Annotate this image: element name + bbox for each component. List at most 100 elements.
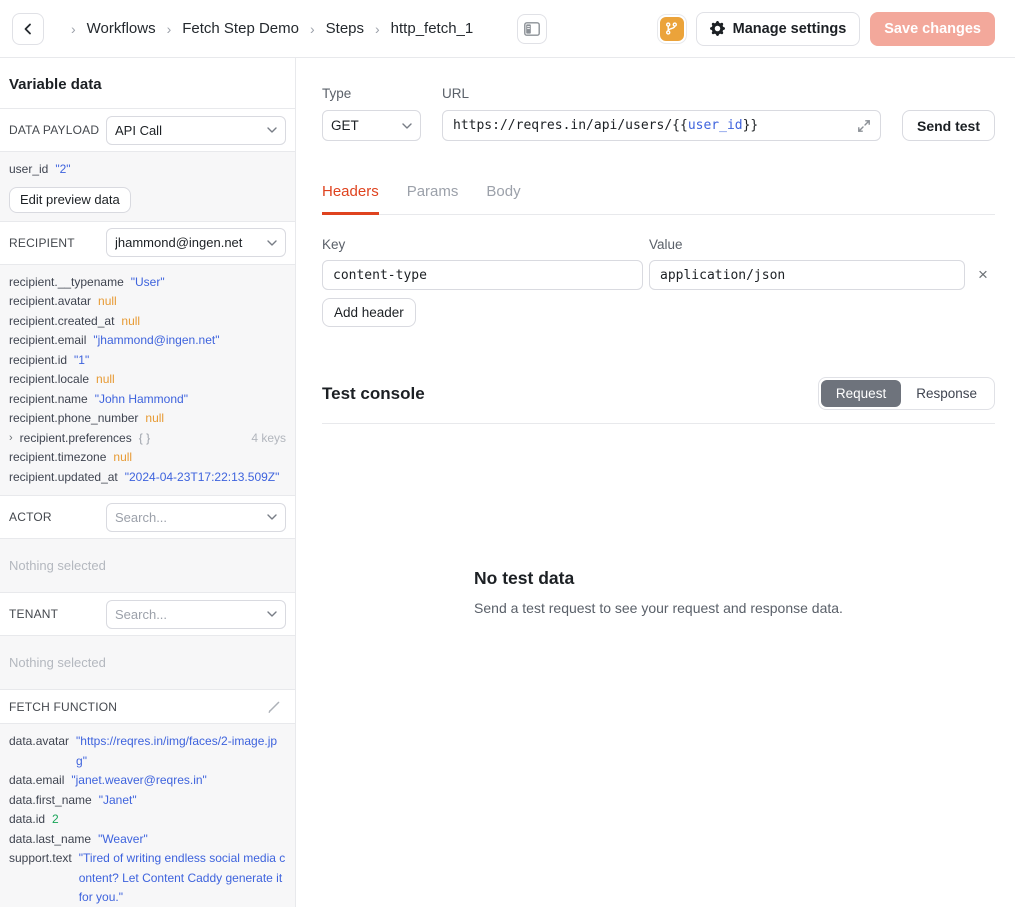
data-payload-selected-value: API Call (115, 123, 267, 138)
variable-row: recipient.name"John Hammond" (9, 390, 286, 410)
variable-row: recipient.__typename"User" (9, 273, 286, 293)
fetch-function-section: FETCH FUNCTION (0, 690, 295, 724)
actor-select[interactable]: Search... (106, 503, 286, 532)
breadcrumb-separator: › (71, 21, 76, 37)
chevron-down-icon (267, 240, 277, 246)
remove-header-button[interactable]: × (971, 260, 995, 290)
header-value-input[interactable] (649, 260, 965, 290)
variable-row: recipient.created_atnull (9, 312, 286, 332)
url-input[interactable]: https://reqres.in/api/users/{{user_id}} (442, 110, 881, 141)
recipient-select[interactable]: jhammond@ingen.net (106, 228, 286, 257)
sidebar-title: Variable data (0, 58, 295, 109)
request-editor-panel: Type GET URL https://reqres.in/api/users… (296, 58, 1015, 907)
breadcrumb-item: › Workflows (60, 20, 156, 37)
variable-row: user_id"2" (9, 160, 286, 180)
actor-search-placeholder: Search... (115, 510, 267, 525)
expand-chevron-icon: › (9, 429, 13, 449)
git-branch-icon (664, 21, 679, 36)
url-label: URL (442, 86, 881, 101)
data-payload-select[interactable]: API Call (106, 116, 286, 145)
headers-list: × (322, 260, 995, 290)
variable-row: data.avatar"https://reqres.in/img/faces/… (9, 732, 286, 771)
chevron-down-icon (402, 123, 412, 129)
variable-row: recipient.timezonenull (9, 448, 286, 468)
tenant-select[interactable]: Search... (106, 600, 286, 629)
variable-row: recipient.id"1" (9, 351, 286, 371)
panel-layout-icon (524, 22, 540, 36)
empty-state: No test data Send a test request to see … (474, 568, 843, 616)
variable-row: data.email"janet.weaver@reqres.in" (9, 771, 286, 791)
environment-badge[interactable] (658, 15, 686, 43)
method-selected-value: GET (331, 118, 402, 133)
actor-nothing-selected: Nothing selected (9, 547, 286, 584)
fetch-function-label: FETCH FUNCTION (9, 700, 117, 714)
value-label: Value (649, 237, 965, 252)
variable-row: recipient.email"jhammond@ingen.net" (9, 331, 286, 351)
header-key-input[interactable] (322, 260, 643, 290)
variable-row: recipient.avatarnull (9, 292, 286, 312)
save-changes-button[interactable]: Save changes (870, 12, 995, 46)
chevron-down-icon (267, 127, 277, 133)
recipient-selected-value: jhammond@ingen.net (115, 235, 267, 250)
tenant-empty-block: Nothing selected (0, 636, 295, 690)
variable-row: data.first_name"Janet" (9, 791, 286, 811)
recipient-label: RECIPIENT (9, 236, 75, 250)
expand-icon[interactable] (856, 118, 872, 138)
variable-row: data.last_name"Weaver" (9, 830, 286, 850)
breadcrumb-separator: › (375, 21, 380, 37)
fetch-vars-block: data.avatar"https://reqres.in/img/faces/… (0, 724, 295, 907)
url-variable-token: user_id (688, 118, 743, 133)
sidebar-toggle-button[interactable] (517, 14, 547, 44)
variable-row: recipient.localenull (9, 370, 286, 390)
request-tabs: Headers Params Body (322, 183, 995, 215)
variable-row: data.id2 (9, 810, 286, 830)
actor-label: ACTOR (9, 510, 52, 524)
add-header-button[interactable]: Add header (322, 298, 416, 327)
breadcrumb-label[interactable]: Workflows (87, 20, 156, 37)
data-payload-label: DATA PAYLOAD (9, 123, 99, 137)
chevron-left-icon (20, 21, 36, 37)
tenant-search-placeholder: Search... (115, 607, 267, 622)
tab[interactable]: Headers (322, 183, 379, 215)
breadcrumb-separator: › (310, 21, 315, 37)
breadcrumb-separator: › (167, 21, 172, 37)
variable-row: ›recipient.preferences{ }4 keys (9, 429, 286, 449)
tab[interactable]: Body (486, 183, 520, 215)
tenant-label: TENANT (9, 607, 58, 621)
console-divider (322, 423, 995, 424)
back-button[interactable] (12, 13, 44, 45)
breadcrumb-item: › Fetch Step Demo (156, 20, 299, 37)
toggle-button[interactable]: Request (821, 380, 901, 407)
variable-row: recipient.phone_numbernull (9, 409, 286, 429)
tenant-section: TENANT Search... (0, 593, 295, 636)
key-label: Key (322, 237, 643, 252)
empty-state-title: No test data (474, 568, 843, 589)
edit-fetch-function-button[interactable] (262, 695, 286, 719)
breadcrumb-item: › http_fetch_1 (364, 20, 473, 37)
breadcrumb-item: › Steps (299, 20, 364, 37)
empty-state-subtitle: Send a test request to see your request … (474, 600, 843, 616)
recipient-section: RECIPIENT jhammond@ingen.net (0, 222, 295, 265)
breadcrumb-label[interactable]: Fetch Step Demo (182, 20, 299, 37)
url-text: https://reqres.in/api/users/{{ (453, 118, 688, 133)
tab[interactable]: Params (407, 183, 459, 215)
toggle-button[interactable]: Response (901, 380, 992, 407)
variable-row: support.text"Tired of writing endless so… (9, 849, 286, 907)
manage-settings-button[interactable]: Manage settings (696, 12, 861, 46)
breadcrumb-label[interactable]: http_fetch_1 (391, 20, 474, 37)
type-label: Type (322, 86, 421, 101)
test-console-title: Test console (322, 384, 425, 404)
actor-empty-block: Nothing selected (0, 539, 295, 593)
url-text-suffix: }} (743, 118, 759, 133)
breadcrumb-label[interactable]: Steps (326, 20, 364, 37)
manage-settings-label: Manage settings (733, 21, 847, 37)
chevron-down-icon (267, 514, 277, 520)
variable-row: recipient.updated_at"2024-04-23T17:22:13… (9, 468, 286, 488)
method-select[interactable]: GET (322, 110, 421, 141)
breadcrumb: › Workflows › Fetch Step Demo › Steps › http… (60, 20, 473, 37)
chevron-down-icon (267, 611, 277, 617)
pencil-icon (266, 699, 282, 715)
tenant-nothing-selected: Nothing selected (9, 644, 286, 681)
edit-preview-data-button[interactable]: Edit preview data (9, 187, 131, 213)
send-test-button[interactable]: Send test (902, 110, 995, 141)
